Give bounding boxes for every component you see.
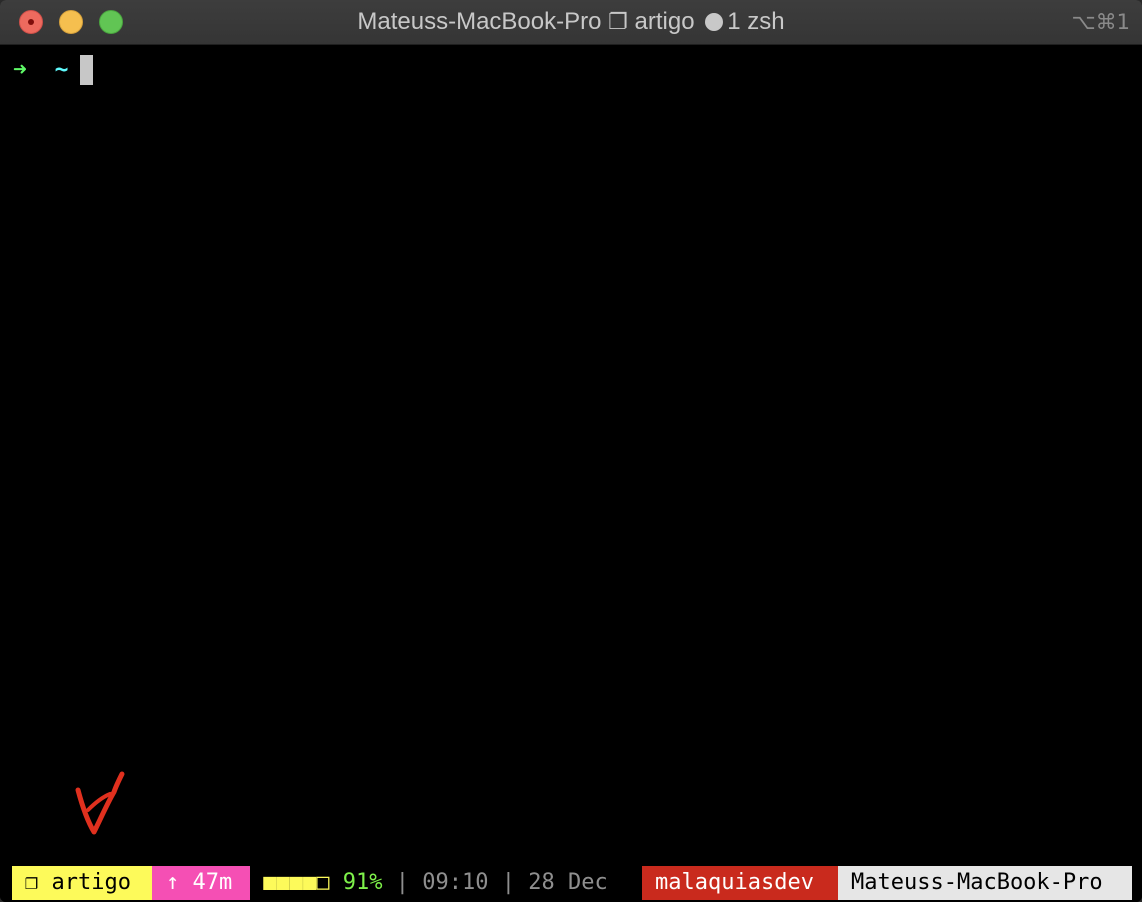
clock-time: 09:10	[422, 870, 489, 895]
prompt-line: ➜ ~	[13, 55, 94, 85]
tab-icon: ❐	[608, 9, 628, 34]
separator: |	[501, 870, 515, 895]
uptime-segment: ↑ 47m	[152, 866, 250, 900]
terminal-area[interactable]: ➜ ~	[0, 45, 1142, 902]
clock-date: 28 Dec	[528, 870, 608, 895]
user-name: malaquiasdev	[655, 870, 814, 895]
title-window: 1 zsh	[727, 8, 785, 35]
prompt-arrow-icon: ➜	[13, 57, 27, 83]
dot-icon	[705, 13, 724, 31]
window-shortcut: ⌥⌘1	[1071, 10, 1130, 34]
session-name: ❐ artigo	[25, 870, 131, 895]
window-title: Mateuss-MacBook-Pro ❐ artigo 1 zsh	[0, 0, 1142, 44]
user-segment: malaquiasdev	[642, 866, 838, 900]
battery-bar: ■■■■□	[263, 870, 330, 895]
battery-percent: 91%	[342, 870, 383, 895]
terminal-window: Mateuss-MacBook-Pro ❐ artigo 1 zsh ⌥⌘1 ➜…	[0, 0, 1142, 902]
host-segment: Mateuss-MacBook-Pro	[838, 866, 1132, 900]
checkmark-annotation-icon	[75, 771, 125, 835]
title-host: Mateuss-MacBook-Pro	[357, 8, 602, 35]
separator: |	[395, 870, 409, 895]
prompt-cwd: ~	[54, 57, 69, 83]
title-session: artigo	[634, 8, 695, 35]
info-segment: ■■■■□ 91% | 09:10 | 28 Dec	[250, 866, 642, 900]
tmux-status-bar: ❐ artigo ↑ 47m ■■■■□ 91% | 09:10 | 28 De…	[0, 866, 1142, 900]
title-bar[interactable]: Mateuss-MacBook-Pro ❐ artigo 1 zsh ⌥⌘1	[0, 0, 1142, 45]
uptime-value: ↑ 47m	[166, 870, 233, 895]
text-cursor	[80, 55, 94, 85]
host-name: Mateuss-MacBook-Pro	[851, 870, 1103, 895]
session-segment[interactable]: ❐ artigo	[12, 866, 152, 900]
